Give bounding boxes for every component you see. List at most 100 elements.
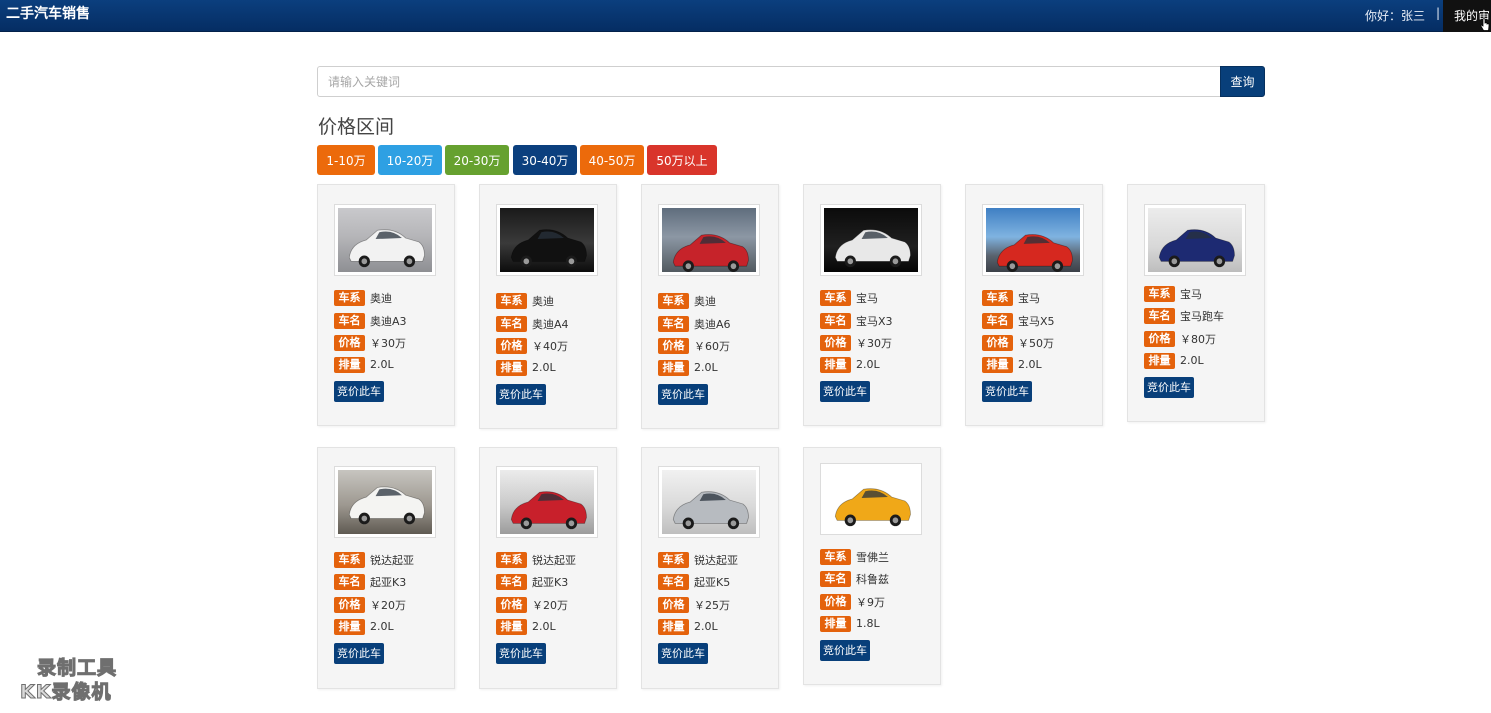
car-displacement-label: 排量 [334,618,365,635]
price-filter-50-plus[interactable]: 50万以上 [647,145,717,175]
car-name-row: 车名 起亚K5 [658,573,730,590]
bid-car-button[interactable]: 竞价此车 [982,381,1032,402]
car-price-label: 价格 [820,593,851,610]
car-series-row: 车系 奥迪 [658,292,716,309]
car-photo[interactable] [658,466,760,538]
car-series-label: 车系 [1144,285,1175,302]
car-card: 车系 宝马 车名 宝马跑车 价格 ￥80万 排量 2.0L 竞价此车 [1127,184,1265,422]
car-displacement-row: 排量 2.0L [334,356,394,373]
car-name-row: 车名 奥迪A6 [658,315,731,332]
car-displacement-label: 排量 [658,618,689,635]
car-series-row: 车系 宝马 [820,289,878,306]
car-price-label: 价格 [658,337,689,354]
car-photo[interactable] [820,204,922,276]
car-price-label: 价格 [496,337,527,354]
car-displacement-value: 2.0L [370,620,394,633]
car-series-value: 奥迪 [532,294,554,308]
car-price-value: ￥80万 [1180,332,1216,346]
car-photo[interactable] [982,204,1084,276]
car-displacement-row: 排量 2.0L [820,356,880,373]
site-brand[interactable]: 二手汽车销售 [6,3,90,23]
car-displacement-label: 排量 [658,359,689,376]
car-name-label: 车名 [496,315,527,332]
car-price-value: ￥60万 [694,339,730,353]
car-displacement-label: 排量 [1144,352,1175,369]
car-name-label: 车名 [496,573,527,590]
car-series-value: 奥迪 [370,291,392,305]
car-displacement-value: 2.0L [532,620,556,633]
car-series-value: 宝马 [856,291,878,305]
price-filter-20-30[interactable]: 20-30万 [445,145,509,175]
search-button[interactable]: 查询 [1220,66,1265,97]
car-photo[interactable] [1144,204,1246,276]
car-displacement-row: 排量 2.0L [334,618,394,635]
car-price-label: 价格 [496,596,527,613]
car-price-label: 价格 [982,334,1013,351]
car-name-row: 车名 起亚K3 [496,573,568,590]
car-photo[interactable] [496,466,598,538]
bid-car-button[interactable]: 竞价此车 [496,643,546,664]
car-displacement-value: 2.0L [856,358,880,371]
price-filter-1-10[interactable]: 1-10万 [317,145,375,175]
car-series-label: 车系 [334,551,365,568]
car-price-row: 价格 ￥20万 [496,596,568,613]
car-card: 车系 奥迪 车名 奥迪A6 价格 ￥60万 排量 2.0L 竞价此车 [641,184,779,429]
car-displacement-value: 2.0L [532,361,556,374]
car-price-label: 价格 [334,596,365,613]
car-photo[interactable] [334,204,436,276]
car-photo[interactable] [496,204,598,276]
price-filter-30-40[interactable]: 30-40万 [513,145,577,175]
car-series-label: 车系 [820,548,851,565]
car-card: 车系 奥迪 车名 奥迪A3 价格 ￥30万 排量 2.0L 竞价此车 [317,184,455,426]
car-photo[interactable] [820,463,922,535]
car-series-row: 车系 锐达起亚 [658,551,738,568]
car-series-label: 车系 [658,551,689,568]
car-name-label: 车名 [334,573,365,590]
car-name-label: 车名 [820,570,851,587]
car-series-row: 车系 锐达起亚 [334,551,414,568]
car-series-value: 宝马 [1180,287,1202,301]
car-price-row: 价格 ￥20万 [334,596,406,613]
car-card: 车系 锐达起亚 车名 起亚K3 价格 ￥20万 排量 2.0L 竞价此车 [317,447,455,689]
car-displacement-value: 2.0L [1018,358,1042,371]
car-displacement-label: 排量 [820,356,851,373]
bid-car-button[interactable]: 竞价此车 [658,384,708,405]
car-name-value: 科鲁兹 [856,572,889,586]
price-filter-40-50[interactable]: 40-50万 [580,145,644,175]
car-name-value: 起亚K5 [694,575,731,589]
bid-car-button[interactable]: 竞价此车 [334,381,384,402]
car-price-label: 价格 [1144,330,1175,347]
bid-car-button[interactable]: 竞价此车 [820,381,870,402]
car-series-value: 锐达起亚 [532,553,576,567]
car-displacement-value: 1.8L [856,617,880,630]
watermark-line-1: 录制工具 [36,657,118,680]
search-input[interactable] [317,66,1221,97]
bid-car-button[interactable]: 竞价此车 [334,643,384,664]
car-photo[interactable] [658,204,760,276]
user-greeting: 你好：张三 [1365,9,1426,23]
car-series-value: 雪佛兰 [856,550,889,564]
car-displacement-row: 排量 2.0L [496,359,556,376]
bid-car-button[interactable]: 竞价此车 [496,384,546,405]
car-price-label: 价格 [658,596,689,613]
car-price-value: ￥9万 [856,595,885,609]
car-photo[interactable] [334,466,436,538]
bid-car-button[interactable]: 竞价此车 [658,643,708,664]
car-displacement-row: 排量 1.8L [820,615,880,632]
price-filter-10-20[interactable]: 10-20万 [378,145,442,175]
car-card: 车系 雪佛兰 车名 科鲁兹 价格 ￥9万排量 1.8L 竞价此车 [803,447,941,685]
bid-car-button[interactable]: 竞价此车 [820,640,870,661]
car-series-value: 锐达起亚 [370,553,414,567]
car-displacement-row: 排量 2.0L [658,618,718,635]
car-name-label: 车名 [982,312,1013,329]
car-price-row: 价格 ￥30万 [820,334,892,351]
car-name-value: 起亚K3 [532,575,569,589]
car-name-row: 车名 宝马跑车 [1144,307,1224,324]
price-range-title: 价格区间 [318,116,395,138]
car-name-value: 奥迪A6 [694,317,731,331]
car-name-row: 车名 宝马X5 [982,312,1055,329]
car-series-label: 车系 [658,292,689,309]
bid-car-button[interactable]: 竞价此车 [1144,377,1194,398]
car-name-label: 车名 [658,573,689,590]
car-series-label: 车系 [820,289,851,306]
